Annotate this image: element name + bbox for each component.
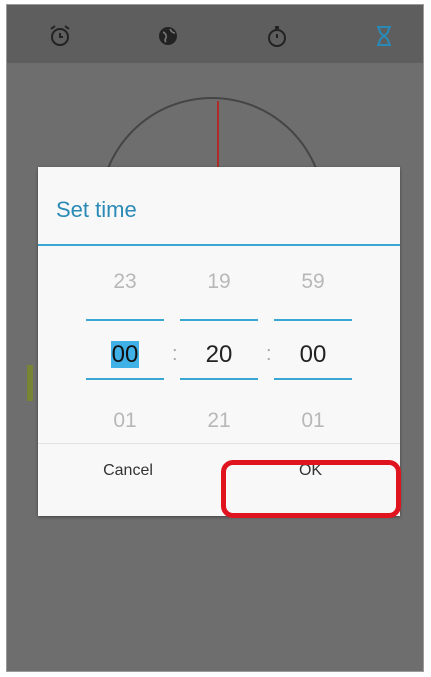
seconds-picker[interactable]: 59 00 01 <box>274 167 352 432</box>
hours-prev[interactable]: 23 <box>86 270 164 294</box>
minutes-prev[interactable]: 19 <box>180 270 258 294</box>
world-clock-icon[interactable] <box>155 23 181 49</box>
minutes-next[interactable]: 21 <box>180 409 258 433</box>
time-separator-2: : <box>266 343 272 365</box>
seconds-bottom-line <box>274 378 352 380</box>
hours-picker[interactable]: 23 00 01 <box>86 167 164 432</box>
clock-tab-bar <box>7 5 423 63</box>
timer-icon[interactable] <box>371 23 397 49</box>
ok-callout-highlight <box>221 460 401 518</box>
seconds-top-line <box>274 319 352 321</box>
minutes-picker[interactable]: 19 20 21 <box>180 167 258 432</box>
button-divider <box>38 443 400 444</box>
hours-top-line <box>86 319 164 321</box>
seconds-prev[interactable]: 59 <box>274 270 352 294</box>
minutes-bottom-line <box>180 378 258 380</box>
hours-bottom-line <box>86 378 164 380</box>
hours-next[interactable]: 01 <box>86 409 164 433</box>
seconds-next[interactable]: 01 <box>274 409 352 433</box>
minutes-current[interactable]: 20 <box>180 341 258 369</box>
seconds-current[interactable]: 00 <box>274 341 352 369</box>
dial-marker <box>27 365 33 401</box>
cancel-button[interactable]: Cancel <box>58 449 198 493</box>
dial-hand <box>217 101 219 171</box>
stopwatch-icon[interactable] <box>264 23 290 49</box>
time-separator: : <box>172 343 178 365</box>
minutes-top-line <box>180 319 258 321</box>
hours-current[interactable]: 00 <box>86 341 164 369</box>
alarm-clock-icon[interactable] <box>47 23 73 49</box>
